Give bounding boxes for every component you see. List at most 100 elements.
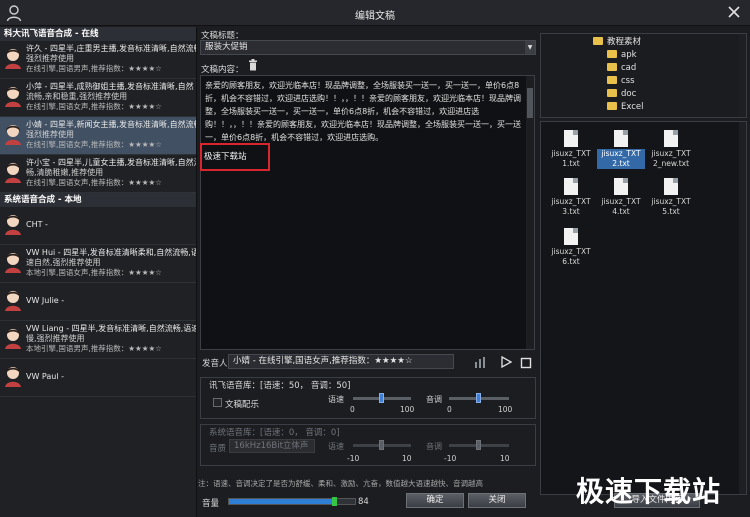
ok-button[interactable]: 确定 (406, 493, 464, 508)
speed-label: 语速 (328, 395, 344, 404)
voice-list-panel: 科大讯飞语音合成 - 在线 许久 - 四星半,庄重男主播,发音标准清晰,自然流畅… (0, 27, 197, 517)
group-header-system: 系统语音合成 - 本地 (0, 193, 196, 207)
file-item[interactable]: jisuxz_TXT 1.txt (547, 126, 595, 174)
play-icon[interactable] (500, 356, 512, 368)
file-name: jisuxz_TXT 5.txt (651, 197, 691, 216)
tree-item-label: Excel (621, 102, 644, 112)
voice-item[interactable]: VW Liang - 四星半,发音标准清晰,自然流畅,语速稍 慢,强烈推荐使用 本地… (0, 321, 196, 359)
voice-item[interactable]: VW Hui - 四星半,发音标准清晰柔和,自然流畅,语 速自然,强烈推荐使用 本地… (0, 245, 196, 283)
sys-speed-max: 10 (402, 454, 412, 463)
folder-icon (607, 76, 617, 84)
voice-item[interactable]: 小婧 - 四星半,新闻女主播,发音标准清晰,自然流畅 强烈推荐使用 在线引擎,国语女… (0, 117, 196, 155)
stop-icon[interactable] (520, 357, 532, 369)
chevron-down-icon[interactable]: ▼ (525, 41, 535, 54)
tree-item[interactable]: 教程素材 (593, 36, 641, 48)
voice-name: 许久 - 四星半,庄重男主播,发音标准清晰,自然流畅, (26, 44, 196, 53)
file-name: jisuxz_TXT 1.txt (551, 149, 591, 168)
voice-name: 许小宝 - 四星半,儿童女主播,发音标准清晰,自然流 (26, 158, 196, 167)
sys-pitch-max: 10 (500, 454, 510, 463)
speaker-value: 小婧 - 在线引擎,国语女声,推荐指数：★★★★☆ (233, 356, 413, 366)
voice-item[interactable]: CHT - (0, 207, 196, 245)
file-item[interactable]: jisuxz_TXT 5.txt (647, 174, 695, 222)
speaker-select[interactable]: 小婧 - 在线引擎,国语女声,推荐指数：★★★★☆ (228, 354, 454, 369)
text-file-icon (664, 130, 678, 147)
highlight-text: 极速下载站 (204, 152, 247, 162)
folder-icon (607, 89, 617, 97)
window-title: 编辑文稿 (355, 11, 395, 22)
text-file-icon (614, 130, 628, 147)
file-item[interactable]: jisuxz_TXT 6.txt (547, 224, 595, 272)
sys-speed-label: 语速 (328, 442, 344, 451)
voice-item[interactable]: VW Julie - (0, 283, 196, 321)
tree-item-label: cad (621, 63, 637, 73)
tree-item[interactable]: doc (607, 88, 636, 100)
tree-item[interactable]: Excel (607, 101, 644, 113)
file-item[interactable]: jisuxz_TXT 4.txt (597, 174, 645, 222)
pitch-label: 音调 (426, 395, 442, 404)
folder-icon (607, 102, 617, 110)
text-file-icon (564, 178, 578, 195)
volume-knob[interactable] (331, 497, 337, 506)
voice-rating: 在线引擎,国语男声,推荐指数：★★★★☆ (26, 64, 162, 73)
text-file-icon (614, 178, 628, 195)
volume-fill (229, 499, 335, 504)
volume-label: 音量 (202, 499, 220, 509)
content-textarea[interactable]: 亲爱的顾客朋友，欢迎光临本店！现品牌调整，全场服装买一送一，买一送一，单价6点8… (200, 75, 535, 350)
online-settings-header: 讯飞语音库：[语速：50， 音调：50] (209, 381, 351, 391)
quality-select[interactable]: 16kHz16Bit立体声 (229, 439, 315, 453)
file-scrollbar[interactable] (739, 122, 746, 494)
file-name: jisuxz_TXT 4.txt (601, 197, 641, 216)
tree-scrollbar[interactable] (739, 34, 746, 117)
bg-music-label: 文稿配乐 (225, 400, 260, 410)
folder-icon (607, 63, 617, 71)
voice-item[interactable]: 许小宝 - 四星半,儿童女主播,发音标准清晰,自然流 畅,清脆稚嫩,推荐使用 在线引… (0, 155, 196, 193)
file-name: jisuxz_TXT 6.txt (551, 247, 591, 266)
voice-item[interactable]: 小萍 - 四星半,成熟御姐主播,发音标准清晰,自然 流畅,亲和稳重,强烈推荐使用在… (0, 79, 196, 117)
sys-speed-slider-knob[interactable] (379, 440, 384, 450)
voice-rating: 本地引擎,国语女声,推荐指数：★★★★☆ (26, 268, 162, 277)
bar-chart-icon[interactable] (474, 356, 486, 368)
voice-name: CHT - (26, 220, 48, 229)
voice-name: 小萍 - 四星半,成熟御姐主播,发音标准清晰,自然 (26, 82, 194, 91)
close-icon[interactable] (727, 5, 741, 19)
sys-speed-min: -10 (347, 454, 360, 463)
tree-item[interactable]: apk (607, 49, 637, 61)
file-name: jisuxz_TXT 2_new.txt (651, 149, 691, 168)
watermark: 极速下载站 (576, 475, 722, 508)
editor-panel: 文稿标题： 服装大促销 ▼ 文稿内容： 亲爱的顾客朋友，欢迎光临本店！现品牌调整… (198, 27, 538, 517)
close-button[interactable]: 关闭 (468, 493, 526, 508)
voice-item[interactable]: 许久 - 四星半,庄重男主播,发音标准清晰,自然流畅, 强烈推荐使用 在线引擎,国语… (0, 41, 196, 79)
speed-max: 100 (400, 405, 415, 414)
tree-item[interactable]: cad (607, 62, 636, 74)
voice-item[interactable]: VW Paul - (0, 359, 196, 397)
voice-desc: 流畅,亲和稳重,强烈推荐使用 (26, 92, 128, 101)
avatar-icon (5, 367, 21, 387)
footnote: 注：语速、音调决定了是否为舒缓、柔和、激励、亢奋，数值越大语速越快、音调越高 (198, 479, 483, 488)
folder-icon (607, 50, 617, 58)
folder-icon (593, 37, 603, 45)
speed-slider-knob[interactable] (379, 393, 384, 403)
voice-desc: 强烈推荐使用 (26, 130, 74, 139)
sys-pitch-slider-knob[interactable] (476, 440, 481, 450)
avatar-icon (5, 253, 21, 273)
tree-item-label: 教程素材 (607, 37, 642, 47)
file-name: jisuxz_TXT 2.txt (597, 149, 645, 169)
voice-desc: 畅,清脆稚嫩,推荐使用 (26, 168, 104, 177)
avatar-icon (5, 87, 21, 107)
bg-music-checkbox[interactable] (213, 398, 222, 407)
volume-slider[interactable] (228, 497, 356, 506)
content-label: 文稿内容： (201, 65, 244, 75)
voice-desc: 强烈推荐使用 (26, 54, 74, 63)
title-input[interactable]: 服装大促销 ▼ (200, 40, 536, 55)
content-scrollbar[interactable] (526, 76, 534, 349)
tree-item[interactable]: css (607, 75, 635, 87)
text-file-icon (564, 130, 578, 147)
trash-icon[interactable] (248, 59, 258, 71)
file-item[interactable]: jisuxz_TXT 2.txt (597, 126, 645, 174)
file-name: jisuxz_TXT 3.txt (551, 197, 591, 216)
file-item[interactable]: jisuxz_TXT 3.txt (547, 174, 595, 222)
file-grid: jisuxz_TXT 1.txt jisuxz_TXT 2.txt jisuxz_TXT… (540, 121, 747, 495)
pitch-slider-knob[interactable] (476, 393, 481, 403)
file-item[interactable]: jisuxz_TXT 2_new.txt (647, 126, 695, 174)
avatar-icon (5, 215, 21, 235)
